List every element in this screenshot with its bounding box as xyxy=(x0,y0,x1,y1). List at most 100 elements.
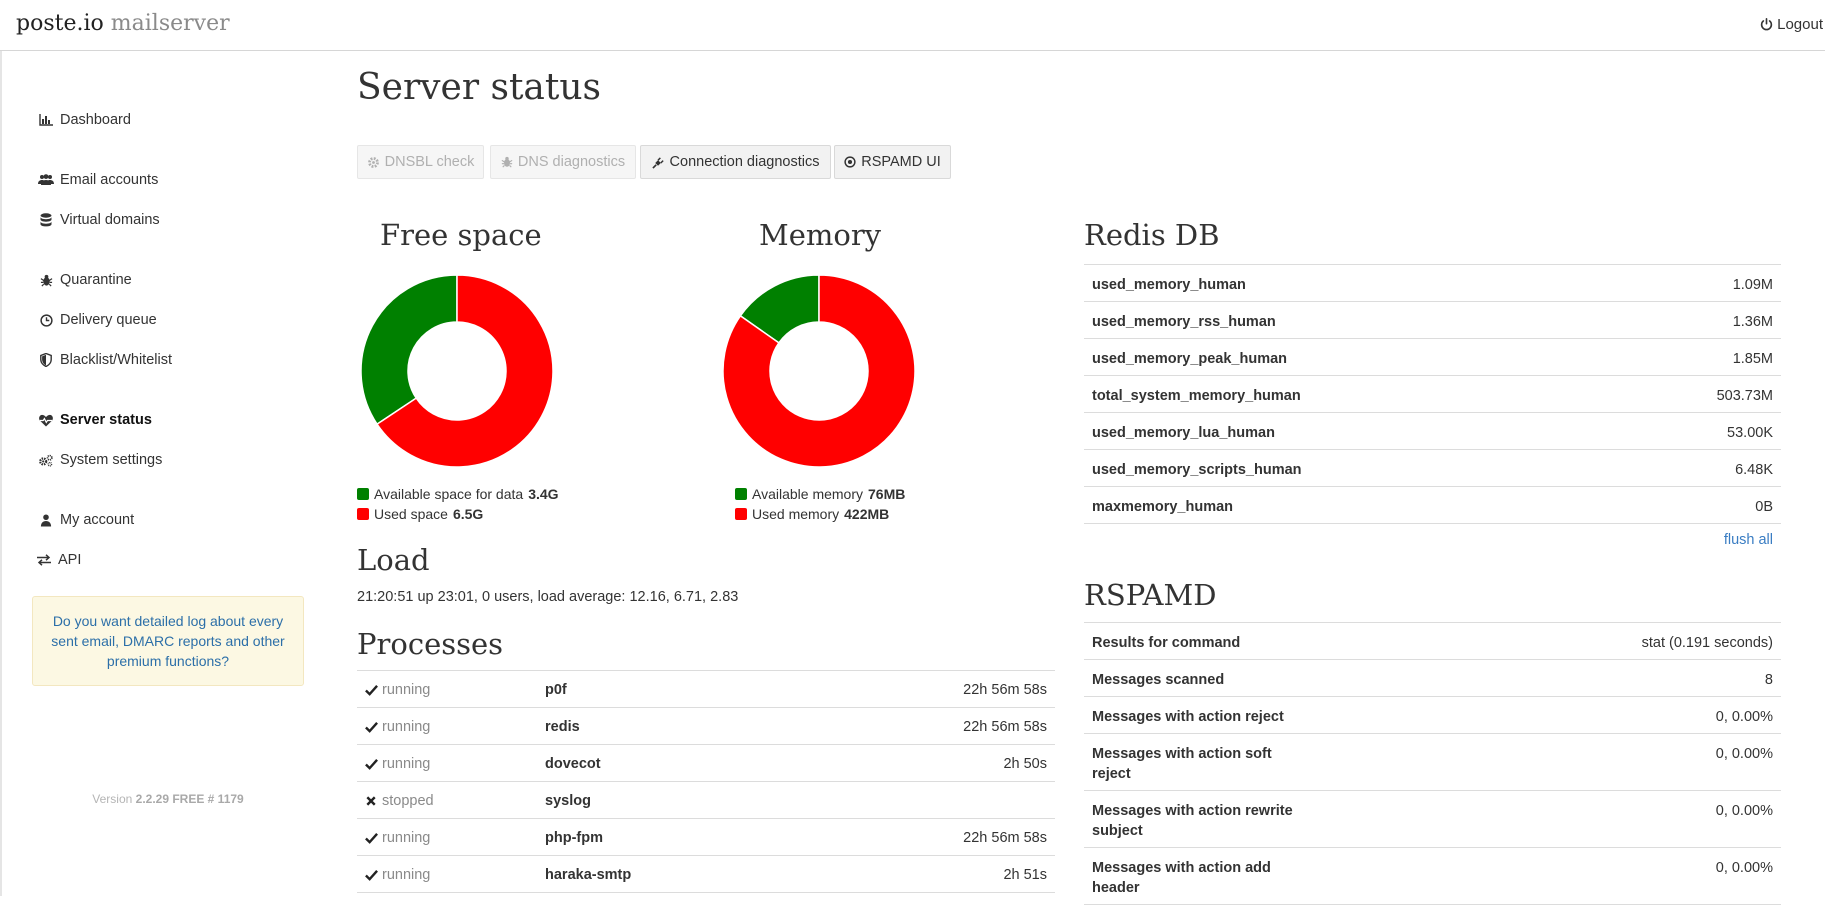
process-status: running xyxy=(365,719,430,735)
sidebar-item-label: Dashboard xyxy=(60,112,131,128)
rspamd-ui-label: RSPAMD UI xyxy=(861,154,941,170)
check-icon xyxy=(365,685,378,696)
row-key: used_memory_scripts_human xyxy=(1092,462,1302,478)
process-row: running redis 22h 56m 58s xyxy=(357,708,1055,745)
version-value: 2.2.29 FREE # 1179 xyxy=(135,792,244,806)
free-space-legend-available: Available space for data 3.4G xyxy=(357,486,559,502)
logout-button[interactable]: Logout xyxy=(1760,16,1823,33)
row-value: 0, 0.00% xyxy=(1715,746,1773,762)
sidebar-item-email-accounts[interactable]: Email accounts xyxy=(38,172,158,188)
connection-diagnostics-button[interactable]: Connection diagnostics xyxy=(640,145,831,179)
row-value: 6.48K xyxy=(1735,462,1773,478)
sidebar: Dashboard Email accounts Virtual domains… xyxy=(0,51,332,896)
load-average-text: 21:20:51 up 23:01, 0 users, load average… xyxy=(357,589,739,605)
sidebar-item-blacklist-whitelist[interactable]: Blacklist/Whitelist xyxy=(38,352,172,368)
sidebar-item-label: Server status xyxy=(60,412,152,428)
sidebar-item-api[interactable]: API xyxy=(36,552,81,568)
row-key: Messages with action soft reject xyxy=(1092,746,1272,782)
sidebar-item-delivery-queue[interactable]: Delivery queue xyxy=(38,312,157,328)
legend-label: Available memory xyxy=(752,486,864,502)
row-key: Results for command xyxy=(1092,635,1241,651)
memory-legend-used: Used memory 422MB xyxy=(735,506,889,522)
sidebar-item-system-settings[interactable]: System settings xyxy=(38,452,162,468)
legend-swatch-used xyxy=(735,508,747,520)
check-icon xyxy=(365,722,378,733)
process-status-label: running xyxy=(382,867,431,883)
sidebar-item-label: Delivery queue xyxy=(60,312,157,328)
row-value: 0B xyxy=(1755,499,1773,515)
row-value: 0, 0.00% xyxy=(1715,709,1773,725)
sidebar-item-label: Blacklist/Whitelist xyxy=(60,352,172,368)
check-icon xyxy=(365,870,378,881)
sidebar-item-label: API xyxy=(58,552,82,568)
rspamd-table: Results for command stat (0.191 seconds) M… xyxy=(1084,622,1781,905)
process-status-label: running xyxy=(382,719,431,735)
row-key: total_system_memory_human xyxy=(1092,388,1301,404)
process-name: php-fpm xyxy=(545,830,603,846)
brand-name: poste.io xyxy=(16,11,104,36)
check-icon xyxy=(365,833,378,844)
sidebar-item-label: System settings xyxy=(60,452,163,468)
flush-all-link[interactable]: flush all xyxy=(1724,532,1773,548)
memory-donut-chart xyxy=(722,274,916,468)
legend-value: 6.5G xyxy=(452,506,484,522)
legend-swatch-available xyxy=(735,488,747,500)
row-value: 0, 0.00% xyxy=(1715,803,1773,819)
process-row: running dovecot 2h 50s xyxy=(357,745,1055,782)
row-value: 8 xyxy=(1764,672,1773,688)
processes-title: Processes xyxy=(357,627,504,661)
legend-value: 3.4G xyxy=(528,486,559,502)
plug-icon xyxy=(651,156,664,169)
logout-label: Logout xyxy=(1777,16,1823,33)
version-prefix: Version xyxy=(92,792,133,806)
bug-icon xyxy=(501,156,513,168)
clock-icon xyxy=(38,313,54,327)
free-space-chart-title: Free space xyxy=(380,218,542,252)
process-name: syslog xyxy=(545,793,591,809)
process-uptime: 2h 50s xyxy=(1003,756,1047,772)
row-value: 1.36M xyxy=(1732,314,1773,330)
rspamd-ui-button[interactable]: RSPAMD UI xyxy=(834,145,951,179)
power-icon xyxy=(1760,18,1773,31)
process-name: redis xyxy=(545,719,580,735)
exchange-icon xyxy=(36,554,52,566)
process-name: dovecot xyxy=(545,756,601,772)
legend-value: 422MB xyxy=(844,506,890,522)
bar-chart-icon xyxy=(38,114,54,126)
rspamd-row: Messages with action add header 0, 0.00% xyxy=(1084,848,1781,905)
dnsbl-check-button[interactable]: DNSBL check xyxy=(357,145,484,179)
brand-logo[interactable]: poste.io mailserver xyxy=(16,11,230,36)
user-icon xyxy=(38,513,54,527)
redis-row: used_memory_scripts_human 6.48K xyxy=(1084,450,1781,487)
dnsbl-check-label: DNSBL check xyxy=(384,154,475,170)
process-status-label: stopped xyxy=(382,793,434,809)
sidebar-item-server-status[interactable]: Server status xyxy=(38,412,152,428)
redis-row: used_memory_peak_human 1.85M xyxy=(1084,339,1781,376)
sidebar-item-quarantine[interactable]: Quarantine xyxy=(38,272,132,288)
sidebar-item-label: Virtual domains xyxy=(60,212,160,228)
sidebar-item-dashboard[interactable]: Dashboard xyxy=(38,112,131,128)
dot-circle-icon xyxy=(844,156,856,168)
memory-legend-available: Available memory 76MB xyxy=(735,486,905,502)
process-row: running p0f 22h 56m 58s xyxy=(357,671,1055,708)
heartbeat-icon xyxy=(38,414,54,427)
row-key: used_memory_human xyxy=(1092,277,1246,293)
dns-diagnostics-button[interactable]: DNS diagnostics xyxy=(490,145,636,179)
row-key: used_memory_peak_human xyxy=(1092,351,1288,367)
process-row: running php-fpm 22h 56m 58s xyxy=(357,819,1055,856)
top-bar: poste.io mailserver Logout xyxy=(0,0,1825,51)
gear-icon xyxy=(367,156,379,168)
database-icon xyxy=(38,213,54,227)
process-status-label: running xyxy=(382,756,431,772)
check-icon xyxy=(365,759,378,770)
free-space-slice-available xyxy=(360,274,458,426)
process-row: stopped syslog xyxy=(357,782,1055,819)
sidebar-item-label: My account xyxy=(60,512,135,528)
sidebar-item-virtual-domains[interactable]: Virtual domains xyxy=(38,212,160,228)
row-key: Messages scanned xyxy=(1092,672,1225,688)
sidebar-item-my-account[interactable]: My account xyxy=(38,512,134,528)
process-row: running haraka-smtp 2h 51s xyxy=(357,856,1055,893)
redis-db-table: used_memory_human 1.09M used_memory_rss_hu… xyxy=(1084,264,1781,524)
premium-promo-link[interactable]: Do you want detailed log about every sen… xyxy=(32,596,304,686)
processes-table: running p0f 22h 56m 58s running redis 22h 56m… xyxy=(357,670,1055,893)
